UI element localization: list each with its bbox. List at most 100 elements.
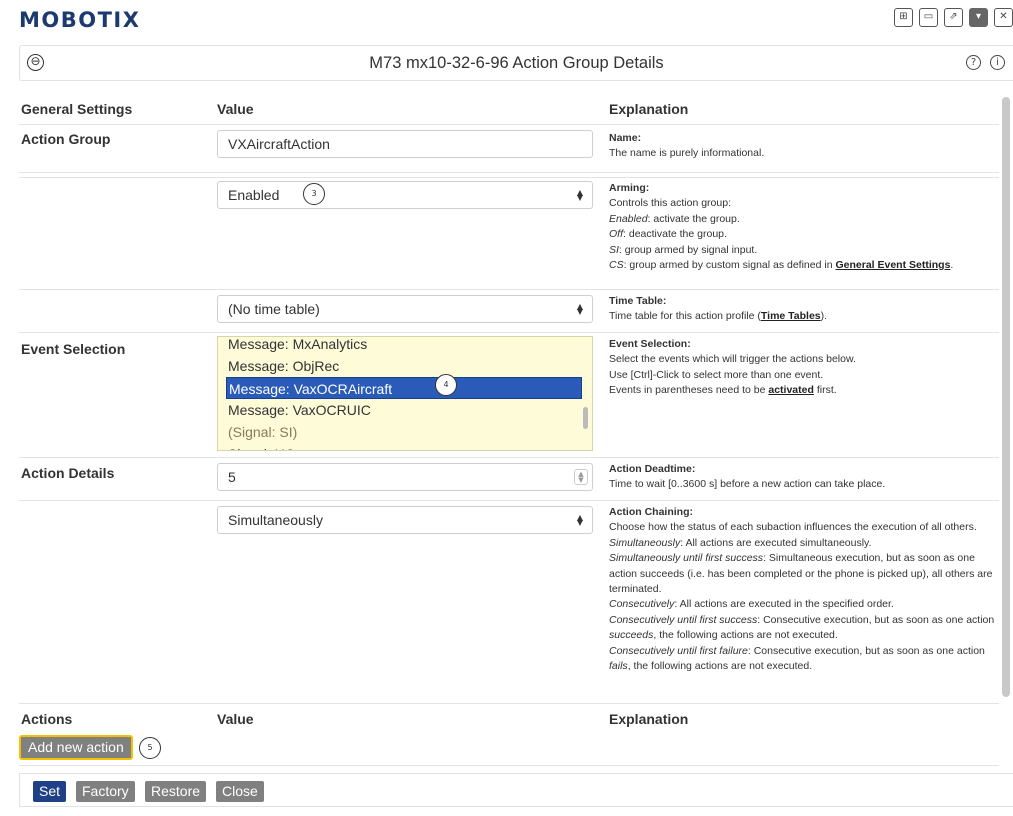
action-chaining-select-value: Simultaneously xyxy=(228,512,323,528)
event-option[interactable]: Message: ObjRec xyxy=(226,355,582,377)
exp-title: Action Deadtime xyxy=(609,463,692,475)
action-deadtime-row: Action Details 5 ▲ ▼ Action Deadtime: Tim… xyxy=(19,458,999,501)
top-icon-group: ⊞ ▭ ⇗ ▾ ✕ xyxy=(894,8,1013,27)
time-table-select[interactable]: (No time table) ▲ ▼ xyxy=(217,295,593,323)
event-option[interactable]: Message: VaxOCRUIC xyxy=(226,399,582,421)
exp-suffix: first. xyxy=(813,384,837,397)
exp-line: , the following actions are not executed… xyxy=(627,660,813,673)
exp-line: : All actions are executed in the specif… xyxy=(674,598,894,611)
arming-row: Enabled ▲ ▼ 3 Arming: Controls this actio… xyxy=(19,177,999,290)
exp-term: Consecutively until first failure xyxy=(609,644,748,657)
close-button[interactable]: Close xyxy=(216,781,264,802)
listbox-scrollbar[interactable] xyxy=(583,407,588,429)
add-new-action-button[interactable]: Add new action xyxy=(19,735,133,760)
exp-title: Name xyxy=(609,132,638,144)
exp-line: , the following actions are not executed… xyxy=(653,629,838,642)
select-arrows-icon: ▲ ▼ xyxy=(576,188,583,202)
actions-value-header: Value xyxy=(217,711,254,727)
action-deadtime-value: 5 xyxy=(228,469,236,485)
restore-button[interactable]: Restore xyxy=(145,781,207,802)
callout-marker-5: 5 xyxy=(139,737,161,759)
exp-term: Consecutively xyxy=(609,598,675,611)
action-group-explanation: Name: The name is purely informational. xyxy=(609,131,999,162)
help-icon-group: ? i xyxy=(966,55,1005,70)
exp-term: Consecutively until first success xyxy=(609,613,758,626)
exp-line: : group armed by signal input. xyxy=(618,243,758,256)
event-selection-listbox[interactable]: Message: MxAnalytics Message: ObjRec Mes… xyxy=(217,336,593,451)
exp-title: Event Selection xyxy=(609,338,688,350)
external-link-icon[interactable]: ⇗ xyxy=(944,8,963,27)
event-selection-explanation: Event Selection: Select the events which… xyxy=(609,337,999,399)
callout-marker-3: 3 xyxy=(303,183,325,205)
action-deadtime-input[interactable]: 5 ▲ ▼ xyxy=(217,463,593,491)
footer-bar: Set Factory Restore Close xyxy=(19,773,1013,807)
exp-term: CS xyxy=(609,259,624,272)
time-table-select-value: (No time table) xyxy=(228,301,320,317)
top-bar: MOBOTIX ⊞ ▭ ⇗ ▾ ✕ xyxy=(0,0,1013,40)
exp-term: Simultaneously until first success xyxy=(609,552,764,565)
page-scrollbar[interactable] xyxy=(1002,97,1010,697)
action-chaining-row: Simultaneously ▲ ▼ Action Chaining: Choos… xyxy=(19,501,999,704)
number-stepper-icon[interactable]: ▲ ▼ xyxy=(574,469,588,485)
exp-emphasis: fails xyxy=(609,660,628,673)
exp-title: Action Chaining xyxy=(609,506,690,518)
column-header-row: General Settings Value Explanation xyxy=(19,95,999,125)
select-arrows-icon: ▲ ▼ xyxy=(576,513,583,527)
exp-emphasis: succeeds xyxy=(609,629,654,642)
page-title: M73 mx10-32-6-96 Action Group Details xyxy=(369,54,664,72)
arming-select[interactable]: Enabled ▲ ▼ xyxy=(217,181,593,209)
exp-line: : All actions are executed simultaneousl… xyxy=(680,536,872,549)
exp-term: Enabled xyxy=(609,212,648,225)
action-deadtime-explanation: Action Deadtime: Time to wait [0..3600 s… xyxy=(609,462,999,493)
title-bar: ⊖ M73 mx10-32-6-96 Action Group Details … xyxy=(19,45,1013,81)
divider xyxy=(19,765,999,766)
action-group-row: Action Group VXAircraftAction Name: The … xyxy=(19,125,999,173)
event-option-selected[interactable]: Message: VaxOCRAircraft xyxy=(226,377,582,399)
info-icon[interactable]: i xyxy=(990,55,1005,70)
activated-link[interactable]: activated xyxy=(768,384,814,396)
grid-icon[interactable]: ⊞ xyxy=(894,8,913,27)
exp-line: : Consecutive execution, but as soon as … xyxy=(747,644,985,657)
arming-select-value: Enabled xyxy=(228,187,280,203)
action-group-label: Action Group xyxy=(21,131,111,147)
event-option[interactable]: Message: MxAnalytics xyxy=(226,337,582,355)
exp-text: Time to wait [0..3600 s] before a new ac… xyxy=(609,478,886,491)
event-selection-label: Event Selection xyxy=(21,341,126,357)
action-chaining-explanation: Action Chaining: Choose how the status o… xyxy=(609,505,1003,674)
column-header-value: Value xyxy=(217,101,254,117)
actions-header-row: Actions Value Explanation xyxy=(19,705,999,731)
exp-title: Arming xyxy=(609,182,646,194)
dropdown-icon[interactable]: ▾ xyxy=(969,8,988,27)
general-event-settings-link[interactable]: General Event Settings xyxy=(835,259,950,271)
close-icon[interactable]: ✕ xyxy=(994,8,1013,27)
exp-intro: Choose how the status of each subaction … xyxy=(609,521,977,534)
window-icon[interactable]: ▭ xyxy=(919,8,938,27)
help-icon[interactable]: ? xyxy=(966,55,981,70)
exp-text: Time table for this action profile ( xyxy=(609,310,761,323)
exp-line: Select the events which will trigger the… xyxy=(609,353,856,366)
exp-term: Off xyxy=(609,228,624,241)
exp-line: Use [Ctrl]-Click to select more than one… xyxy=(609,368,824,381)
actions-header: Actions xyxy=(21,711,73,727)
action-chaining-select[interactable]: Simultaneously ▲ ▼ xyxy=(217,506,593,534)
mobotix-logo: MOBOTIX xyxy=(19,8,141,32)
action-group-name-input[interactable]: VXAircraftAction xyxy=(217,130,593,158)
event-option[interactable]: (Signal: SI) xyxy=(226,421,582,443)
time-table-row: (No time table) ▲ ▼ Time Table: Time tabl… xyxy=(19,290,999,333)
action-details-label: Action Details xyxy=(21,465,115,481)
event-option[interactable]: Signal: UC xyxy=(226,443,582,450)
exp-line: : group armed by custom signal as define… xyxy=(623,259,836,272)
exp-text: The name is purely informational. xyxy=(609,147,765,160)
exp-term: SI xyxy=(609,243,619,256)
exp-suffix: . xyxy=(950,259,954,272)
exp-line: : Consecutive execution, but as soon as … xyxy=(757,613,995,626)
event-selection-row: Event Selection Message: MxAnalytics Mes… xyxy=(19,333,999,458)
time-tables-link[interactable]: Time Tables xyxy=(761,310,821,322)
column-header-explanation: Explanation xyxy=(609,101,689,117)
column-header-general: General Settings xyxy=(21,101,133,117)
exp-line: Events in parentheses need to be xyxy=(609,384,769,397)
factory-button[interactable]: Factory xyxy=(76,781,135,802)
exp-suffix: ). xyxy=(820,310,828,323)
set-button[interactable]: Set xyxy=(33,781,67,802)
exp-title: Time Table xyxy=(609,295,663,307)
